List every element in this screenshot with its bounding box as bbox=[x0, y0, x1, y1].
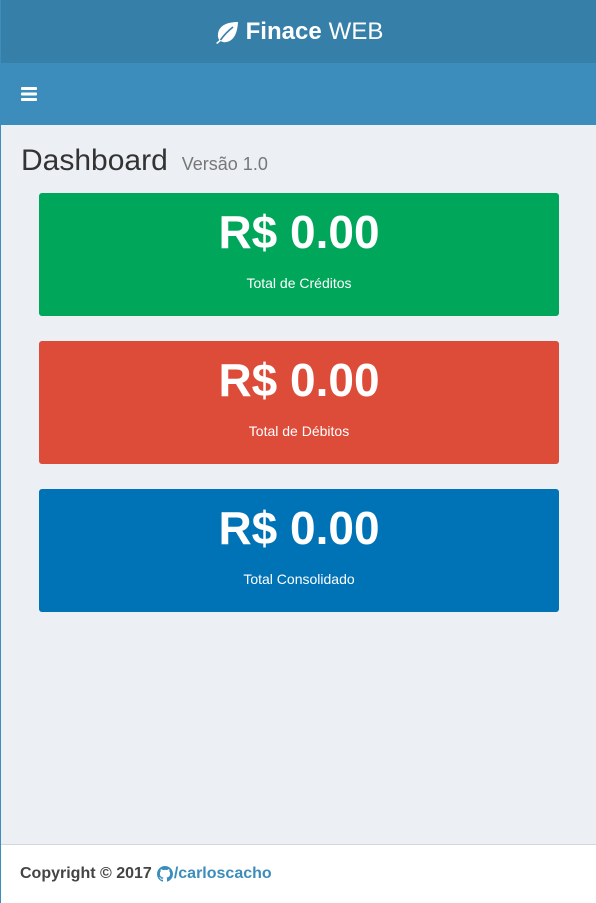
github-profile-link[interactable]: /carloscacho bbox=[156, 865, 272, 883]
debits-value: R$ 0.00 bbox=[218, 354, 380, 406]
content-header: Dashboard Versão 1.0 bbox=[1, 125, 596, 177]
page-title: Dashboard bbox=[21, 144, 168, 177]
copyright-text: Copyright © 2017 bbox=[20, 865, 152, 882]
bars-icon bbox=[21, 87, 37, 101]
logo-text-light: WEB bbox=[328, 17, 384, 45]
app-window: Finace WEB Dashboard Versão 1.0 R$ 0.00 … bbox=[0, 0, 596, 903]
leaf-icon bbox=[214, 20, 240, 44]
footer: Copyright © 2017 /carloscacho bbox=[1, 844, 596, 903]
credits-card: R$ 0.00 Total de Créditos bbox=[39, 193, 559, 316]
github-icon bbox=[156, 866, 173, 882]
page-subtitle: Versão 1.0 bbox=[181, 154, 268, 174]
consolidated-label: Total Consolidado bbox=[243, 571, 355, 587]
consolidated-value: R$ 0.00 bbox=[218, 502, 380, 554]
sidebar-toggle-button[interactable] bbox=[1, 63, 57, 125]
github-link-text: /carloscacho bbox=[173, 865, 272, 882]
top-navbar bbox=[1, 63, 596, 125]
debits-card: R$ 0.00 Total de Débitos bbox=[39, 341, 559, 464]
logo-text-bold: Finace bbox=[245, 17, 322, 45]
credits-label: Total de Créditos bbox=[246, 275, 352, 291]
logo-bar[interactable]: Finace WEB bbox=[1, 0, 596, 63]
credits-value: R$ 0.00 bbox=[218, 206, 380, 258]
debits-label: Total de Débitos bbox=[248, 423, 350, 439]
consolidated-card: R$ 0.00 Total Consolidado bbox=[39, 489, 559, 612]
summary-cards: R$ 0.00 Total de Créditos R$ 0.00 Total … bbox=[1, 173, 596, 612]
